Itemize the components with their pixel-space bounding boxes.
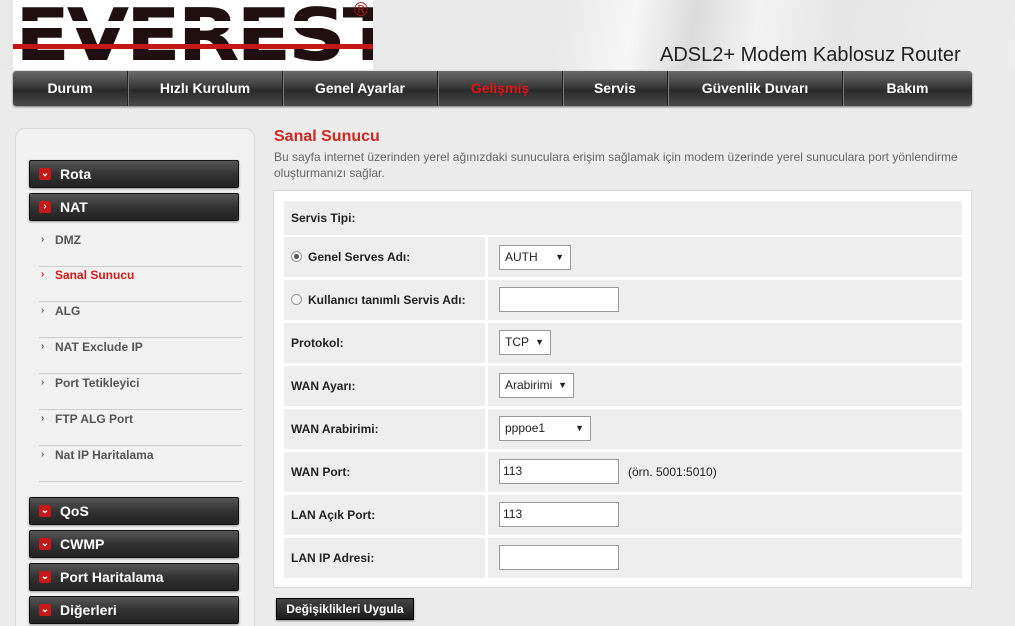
arrow-right-icon: ›: [41, 305, 45, 316]
generic-service-label: Genel Serves Adı:: [291, 237, 410, 277]
wan-setting-label: WAN Ayarı:: [291, 379, 356, 393]
sidebar-item-nat-ip-haritalama[interactable]: › Nat IP Haritalama: [39, 446, 242, 482]
lan-ip-label: LAN IP Adresi:: [291, 551, 375, 565]
custom-service-radio[interactable]: [291, 294, 302, 305]
arrow-right-icon: ›: [41, 413, 45, 424]
sidebar-item-nat-exclude-ip[interactable]: › NAT Exclude IP: [39, 338, 242, 374]
dropdown-arrow-icon: ▼: [535, 337, 544, 347]
wan-port-hint: (örn. 5001:5010): [628, 465, 717, 479]
wan-setting-select[interactable]: Arabirimi ▼: [499, 373, 574, 398]
generic-service-radio[interactable]: [291, 251, 302, 262]
chevron-down-icon: ⌄: [39, 505, 51, 517]
nav-durum[interactable]: Durum: [13, 71, 128, 106]
apply-changes-button[interactable]: Değişiklikleri Uygula: [276, 598, 414, 620]
sidebar-group-cwmp[interactable]: ⌄ CWMP: [29, 530, 239, 558]
protocol-label: Protokol:: [291, 336, 344, 350]
registered-mark: ®: [354, 0, 368, 21]
page-description: Bu sayfa internet üzerinden yerel ağınız…: [274, 150, 958, 180]
form-row-lan-ip: LAN IP Adresi:: [284, 538, 962, 578]
main-nav: Durum Hızlı Kurulum Genel Ayarlar Gelişm…: [13, 71, 972, 106]
form-row-service-type: Servis Tipi:: [284, 201, 962, 235]
sidebar-group-label: QoS: [60, 503, 89, 519]
wan-port-label: WAN Port:: [291, 465, 351, 479]
form-row-protocol: Protokol: TCP ▼: [284, 323, 962, 363]
form-row-wan-setting: WAN Ayarı: Arabirimi ▼: [284, 366, 962, 406]
sidebar-item-ftp-alg-port[interactable]: › FTP ALG Port: [39, 410, 242, 446]
sidebar-item-dmz[interactable]: › DMZ: [39, 231, 242, 267]
form-row-generic-service: Genel Serves Adı: AUTH ▼: [284, 237, 962, 277]
dropdown-arrow-icon: ▼: [558, 380, 567, 390]
sidebar-group-port-haritalama[interactable]: ⌄ Port Haritalama: [29, 563, 239, 591]
lan-ip-input[interactable]: [499, 545, 619, 570]
sidebar-group-rota[interactable]: ⌄ Rota: [29, 160, 239, 188]
form-row-lan-port: LAN Açık Port: 113: [284, 495, 962, 535]
sidebar-group-nat[interactable]: › NAT: [29, 193, 239, 221]
arrow-right-icon: ›: [41, 449, 45, 460]
form-row-wan-interface: WAN Arabirimi: pppoe1 ▼: [284, 409, 962, 449]
service-type-label: Servis Tipi:: [291, 211, 356, 225]
arrow-right-icon: ›: [41, 234, 45, 245]
wan-port-input[interactable]: 113: [499, 459, 619, 484]
sidebar-item-alg[interactable]: › ALG: [39, 302, 242, 338]
form-row-custom-service: Kullanıcı tanımlı Servis Adı:: [284, 280, 962, 320]
lan-port-label: LAN Açık Port:: [291, 508, 376, 522]
form-row-wan-port: WAN Port: 113 (örn. 5001:5010): [284, 452, 962, 492]
sidebar-group-label: Port Haritalama: [60, 569, 164, 585]
custom-service-input[interactable]: [499, 287, 619, 312]
arrow-right-icon: ›: [41, 341, 45, 352]
wan-interface-label: WAN Arabirimi:: [291, 422, 379, 436]
chevron-down-icon: ⌄: [39, 538, 51, 550]
nav-guvenlik-duvari[interactable]: Güvenlik Duvarı: [668, 71, 843, 106]
sidebar-group-label: NAT: [60, 199, 88, 215]
arrow-right-icon: ›: [41, 269, 45, 280]
everest-logo: EVEREST ®: [13, 0, 373, 70]
sidebar-group-label: Rota: [60, 166, 92, 182]
sidebar-group-label: Diğerleri: [60, 602, 117, 618]
chevron-right-icon: ›: [39, 201, 51, 213]
dropdown-arrow-icon: ▼: [575, 423, 584, 433]
dropdown-arrow-icon: ▼: [555, 252, 564, 262]
sidebar-item-port-tetikleyici[interactable]: › Port Tetikleyici: [39, 374, 242, 410]
nav-bakim[interactable]: Bakım: [843, 71, 972, 106]
page-title: Sanal Sunucu: [274, 128, 380, 145]
nav-gelismis[interactable]: Gelişmiş: [438, 71, 563, 106]
protocol-select[interactable]: TCP ▼: [499, 330, 551, 355]
sidebar-group-digerleri[interactable]: ⌄ Diğerleri: [29, 596, 239, 624]
generic-service-select[interactable]: AUTH ▼: [499, 245, 571, 270]
virtual-server-form: Servis Tipi: Genel Serves Adı: AUTH ▼ Ku…: [273, 190, 972, 588]
lan-port-input[interactable]: 113: [499, 502, 619, 527]
logo-wordmark: EVEREST: [15, 0, 373, 70]
nav-hizli-kurulum[interactable]: Hızlı Kurulum: [128, 71, 283, 106]
chevron-down-icon: ⌄: [39, 604, 51, 616]
custom-service-label: Kullanıcı tanımlı Servis Adı:: [291, 280, 466, 320]
nav-genel-ayarlar[interactable]: Genel Ayarlar: [283, 71, 438, 106]
chevron-down-icon: ⌄: [39, 168, 51, 180]
arrow-right-icon: ›: [41, 377, 45, 388]
chevron-down-icon: ⌄: [39, 571, 51, 583]
product-title: ADSL2+ Modem Kablosuz Router: [660, 44, 961, 66]
nav-servis[interactable]: Servis: [563, 71, 668, 106]
sidebar-group-label: CWMP: [60, 536, 105, 552]
wan-interface-select[interactable]: pppoe1 ▼: [499, 416, 591, 441]
sidebar: ⌄ Rota › NAT › DMZ › Sanal Sunucu › ALG …: [15, 128, 255, 626]
sidebar-group-qos[interactable]: ⌄ QoS: [29, 497, 239, 525]
sidebar-item-sanal-sunucu[interactable]: › Sanal Sunucu: [39, 266, 242, 302]
